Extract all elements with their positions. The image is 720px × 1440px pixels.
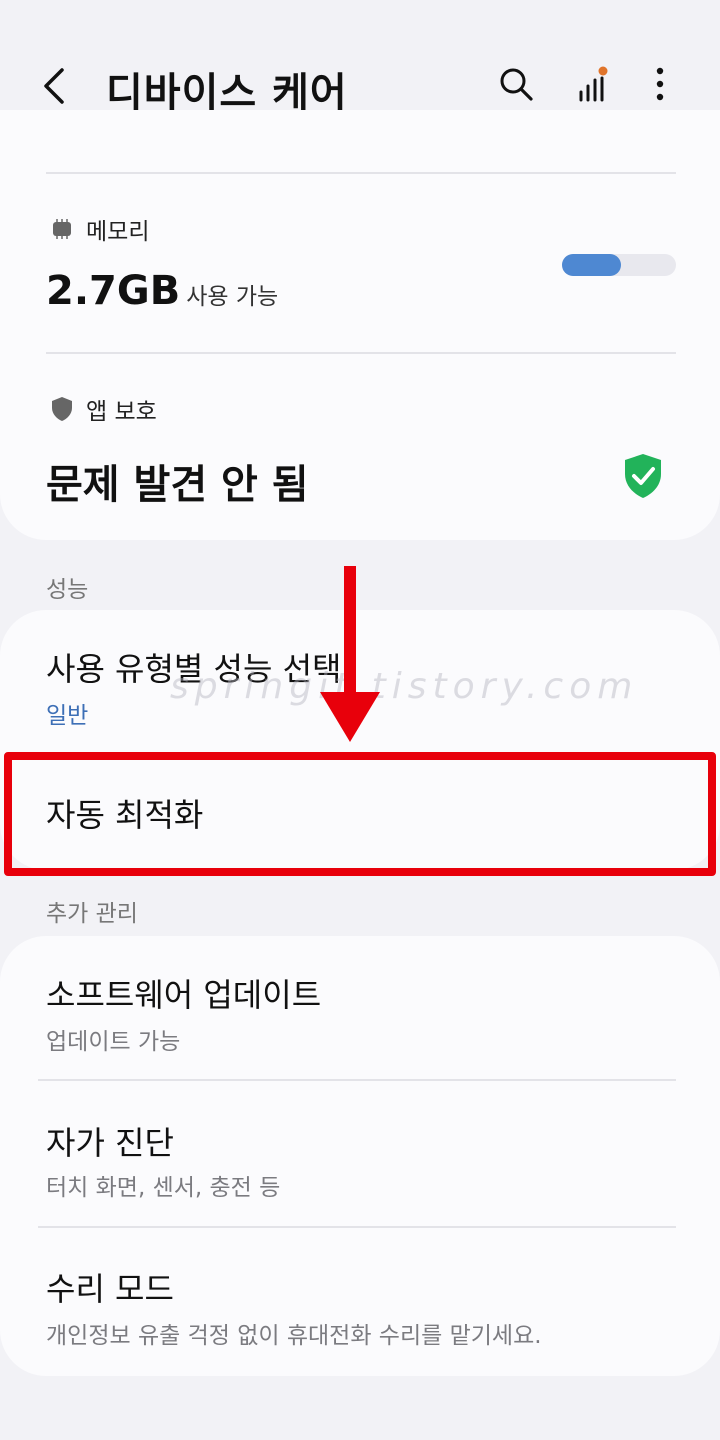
section-title-performance: 성능 [46, 577, 89, 603]
memory-value-row: 2.7GB 사용 가능 [46, 268, 278, 314]
section-title-additional: 추가 관리 [46, 901, 138, 927]
self-diagnosis-title[interactable]: 자가 진단 [46, 1118, 174, 1164]
more-vertical-icon [656, 67, 664, 101]
signal-bars-icon [579, 66, 608, 102]
divider [46, 172, 676, 174]
highlight-box [4, 752, 716, 876]
divider [38, 1226, 676, 1228]
memory-label: 메모리 [86, 219, 150, 245]
shield-icon [52, 397, 72, 421]
divider [38, 1079, 676, 1081]
software-update-subtitle: 업데이트 가능 [46, 1029, 181, 1055]
shield-check-icon [625, 454, 661, 498]
search-button[interactable] [494, 62, 538, 106]
memory-chip-icon [53, 219, 71, 239]
back-button[interactable] [40, 62, 80, 110]
memory-unit: 사용 가능 [186, 284, 279, 310]
more-options-button[interactable] [638, 62, 682, 106]
watermark: springit.tistory.com [170, 666, 639, 707]
diagnostics-button[interactable] [570, 62, 614, 106]
down-arrow-annotation [320, 566, 380, 742]
app-protection-label-row: 앱 보호 [50, 392, 157, 426]
memory-value: 2.7GB [46, 268, 181, 314]
software-update-title[interactable]: 소프트웨어 업데이트 [46, 970, 321, 1016]
app-protection-label: 앱 보호 [86, 399, 157, 425]
protection-ok-badge [622, 452, 664, 500]
divider [46, 352, 676, 354]
memory-label-row: 메모리 [50, 212, 149, 246]
repair-mode-title[interactable]: 수리 모드 [46, 1264, 174, 1310]
memory-usage-meter [562, 254, 676, 276]
search-icon [500, 68, 533, 101]
repair-mode-subtitle: 개인정보 유출 걱정 없이 휴대전화 수리를 맡기세요. [46, 1323, 542, 1349]
self-diagnosis-subtitle: 터치 화면, 센서, 충전 등 [46, 1175, 281, 1201]
performance-mode-value: 일반 [46, 703, 89, 729]
memory-usage-fill [562, 254, 622, 276]
chevron-left-icon [44, 68, 64, 104]
app-protection-status: 문제 발견 안 됨 [46, 462, 309, 508]
